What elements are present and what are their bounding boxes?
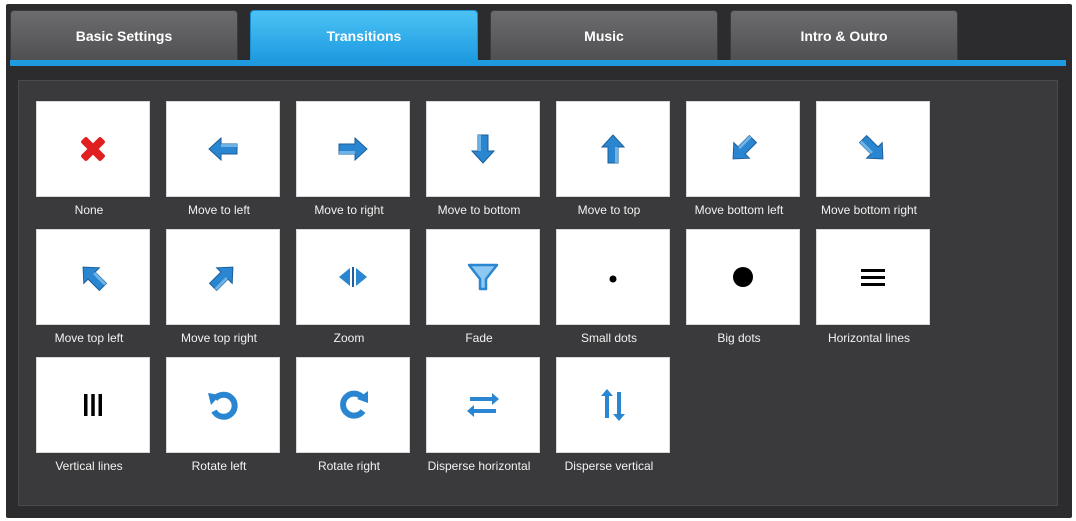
transition-tile[interactable]	[686, 229, 800, 325]
transition-label: Move bottom left	[694, 203, 784, 217]
transition-label: Fade	[465, 331, 493, 345]
transition-label: Rotate right	[317, 459, 381, 473]
transition-option[interactable]: Move to bottom	[425, 101, 541, 229]
arrow-down-right-icon	[851, 127, 895, 171]
transition-label: Move to bottom	[437, 203, 521, 217]
arrow-left-icon	[201, 127, 245, 171]
big-dot-icon	[721, 255, 765, 299]
transition-tile[interactable]	[426, 357, 540, 453]
arrow-up-right-icon	[201, 255, 245, 299]
tab-intro-outro[interactable]: Intro & Outro	[730, 10, 958, 60]
zoom-icon	[331, 255, 375, 299]
transition-tile[interactable]	[36, 101, 150, 197]
transition-label: Move to top	[577, 203, 641, 217]
transition-option[interactable]: Move bottom right	[815, 101, 931, 229]
funnel-icon	[461, 255, 505, 299]
transition-option[interactable]: Disperse vertical	[555, 357, 671, 485]
transition-option[interactable]: Horizontal lines	[815, 229, 931, 357]
transition-tile[interactable]	[166, 229, 280, 325]
transition-label: Move top left	[54, 331, 124, 345]
transition-option[interactable]: Disperse horizontal	[425, 357, 541, 485]
transition-option[interactable]: Move bottom left	[685, 101, 801, 229]
tab-transitions[interactable]: Transitions	[250, 10, 478, 60]
transition-label: Move to right	[314, 203, 384, 217]
transition-option[interactable]: Rotate left	[165, 357, 281, 485]
transition-label: Horizontal lines	[827, 331, 911, 345]
transition-label: Disperse horizontal	[427, 459, 531, 473]
transition-option[interactable]: Move top right	[165, 229, 281, 357]
transition-tile[interactable]	[296, 357, 410, 453]
arrow-up-left-icon	[71, 255, 115, 299]
rotate-left-icon	[201, 383, 245, 427]
transitions-panel: None Move to left Move to right Move to …	[18, 80, 1058, 506]
transition-option[interactable]: Move to left	[165, 101, 281, 229]
tab-bar: Basic Settings Transitions Music Intro &…	[10, 10, 1066, 66]
transition-tile[interactable]	[426, 101, 540, 197]
transition-tile[interactable]	[36, 357, 150, 453]
tab-music[interactable]: Music	[490, 10, 718, 60]
transition-tile[interactable]	[166, 357, 280, 453]
transition-tile[interactable]	[296, 229, 410, 325]
transition-tile[interactable]	[816, 229, 930, 325]
transition-label: Rotate left	[191, 459, 247, 473]
transition-label: Move to left	[187, 203, 251, 217]
horizontal-lines-icon	[851, 255, 895, 299]
transition-tile[interactable]	[556, 229, 670, 325]
transition-label: Move top right	[180, 331, 258, 345]
transition-tile[interactable]	[556, 101, 670, 197]
transition-option[interactable]: Move top left	[35, 229, 151, 357]
arrow-down-left-icon	[721, 127, 765, 171]
small-dot-icon	[591, 255, 635, 299]
transition-option[interactable]: Big dots	[685, 229, 801, 357]
transition-label: Vertical lines	[55, 459, 123, 473]
transition-option[interactable]: Fade	[425, 229, 541, 357]
disperse-vertical-icon	[591, 383, 635, 427]
transition-option[interactable]: Rotate right	[295, 357, 411, 485]
arrow-right-icon	[331, 127, 375, 171]
x-icon	[71, 127, 115, 171]
transition-option[interactable]: Move to top	[555, 101, 671, 229]
transition-label: Disperse vertical	[564, 459, 654, 473]
vertical-lines-icon	[71, 383, 115, 427]
transition-label: Zoom	[333, 331, 365, 345]
transitions-grid: None Move to left Move to right Move to …	[35, 101, 931, 485]
tab-basic-settings[interactable]: Basic Settings	[10, 10, 238, 60]
arrow-down-icon	[461, 127, 505, 171]
transition-label: Small dots	[580, 331, 638, 345]
transition-option[interactable]: Vertical lines	[35, 357, 151, 485]
transition-tile[interactable]	[166, 101, 280, 197]
transition-option[interactable]: Move to right	[295, 101, 411, 229]
transition-tile[interactable]	[296, 101, 410, 197]
transition-tile[interactable]	[556, 357, 670, 453]
transition-tile[interactable]	[816, 101, 930, 197]
transition-option[interactable]: None	[35, 101, 151, 229]
transition-label: Move bottom right	[820, 203, 918, 217]
active-tab-underline	[10, 60, 1066, 66]
transition-label: None	[74, 203, 104, 217]
rotate-right-icon	[331, 383, 375, 427]
transition-tile[interactable]	[426, 229, 540, 325]
transition-tile[interactable]	[686, 101, 800, 197]
transition-option[interactable]: Zoom	[295, 229, 411, 357]
transition-option[interactable]: Small dots	[555, 229, 671, 357]
disperse-horizontal-icon	[461, 383, 505, 427]
transition-tile[interactable]	[36, 229, 150, 325]
transition-label: Big dots	[717, 331, 761, 345]
arrow-up-icon	[591, 127, 635, 171]
